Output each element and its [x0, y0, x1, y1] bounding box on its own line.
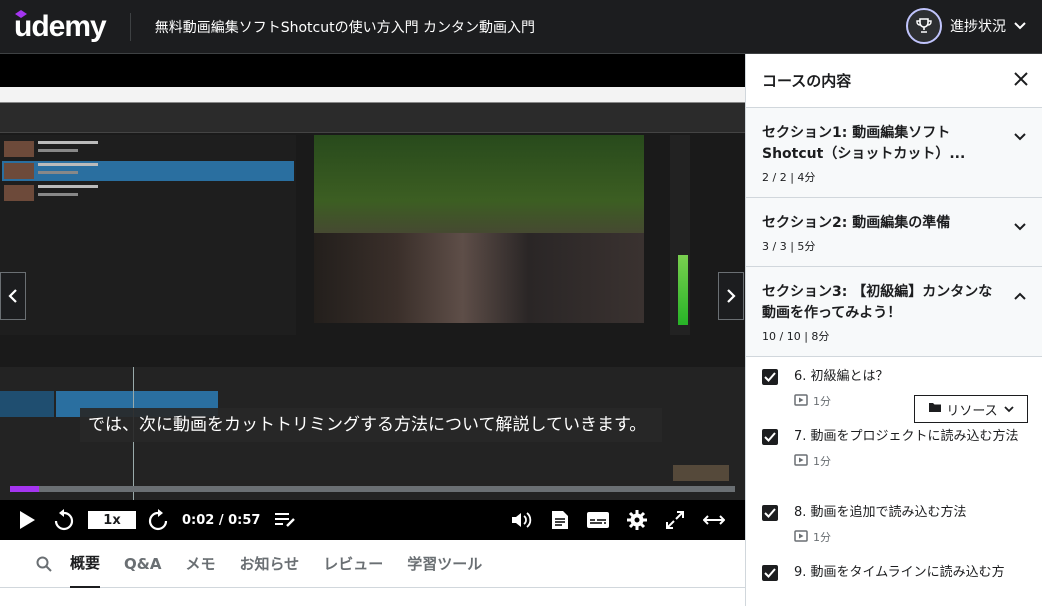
video-icon: [794, 529, 808, 545]
close-icon[interactable]: [1014, 71, 1028, 90]
lesson-title: 9. 動画をタイムラインに読み込む方: [794, 565, 1005, 580]
resources-label: リソース: [946, 403, 998, 419]
section-title: セクション1: 動画編集ソフトShotcut（ショットカット）...: [762, 125, 966, 162]
video-player[interactable]: では、次に動画をカットトリミングする方法について解説していきます。 1x 0:0…: [0, 54, 745, 540]
app-playlist-image: [0, 135, 296, 335]
playlist-row-image: [2, 161, 294, 181]
video-icon: [794, 393, 808, 409]
audio-meter-image: [670, 135, 690, 335]
lesson-item[interactable]: 7. 動画をプロジェクトに読み込む方法 1分: [746, 417, 1042, 493]
logo-text: udemy: [14, 9, 107, 43]
forward-icon[interactable]: [148, 509, 168, 531]
progress-menu[interactable]: 進捗状況: [906, 8, 1026, 44]
logo-hat-icon: [15, 9, 27, 18]
lesson-item[interactable]: 9. 動画をタイムラインに読み込む方: [746, 553, 1042, 606]
app-menubar-image: [0, 87, 745, 103]
chevron-left-icon: [8, 289, 17, 303]
fullscreen-icon[interactable]: [665, 510, 685, 530]
lesson-duration: 1分: [813, 395, 831, 408]
tab-reviews[interactable]: レビュー: [323, 540, 383, 588]
play-icon[interactable]: [18, 510, 36, 530]
app-viewer-image: [314, 135, 644, 323]
rewind-icon[interactable]: [54, 509, 74, 531]
lesson-item[interactable]: 6. 初級編とは？ 1分 リソース: [746, 357, 1042, 423]
lesson-meta: 1分: [794, 453, 1026, 469]
sidebar-title: コースの内容: [762, 72, 852, 90]
folder-icon: [928, 401, 942, 417]
chevron-down-icon: [1014, 126, 1026, 145]
lesson-title: 7. 動画をプロジェクトに読み込む方法: [794, 429, 1019, 444]
lesson-title: 6. 初級編とは？: [794, 369, 889, 384]
section-title: セクション2: 動画編集の準備: [762, 215, 951, 231]
course-title[interactable]: 無料動画編集ソフトShotcutの使い方入門 カンタン動画入門: [155, 17, 535, 37]
next-lesson-button[interactable]: [718, 272, 744, 320]
lesson-checkbox[interactable]: [762, 505, 778, 521]
udemy-logo[interactable]: udemy: [14, 9, 107, 44]
section-meta: 2 / 2 | 4分: [762, 171, 816, 184]
playlist-row-image: [2, 183, 294, 203]
search-icon[interactable]: [36, 540, 52, 588]
section-meta: 10 / 10 | 8分: [762, 330, 830, 343]
section-1[interactable]: セクション1: 動画編集ソフトShotcut（ショットカット）... 2 / 2…: [746, 108, 1042, 198]
sidebar-header: コースの内容: [746, 54, 1042, 108]
app-toolbar-image: [0, 103, 745, 133]
lesson-meta: 1分: [794, 529, 1026, 545]
notes-icon[interactable]: [274, 512, 296, 528]
lesson-title: 8. 動画を追加で読み込む方法: [794, 505, 967, 520]
lesson-checkbox[interactable]: [762, 429, 778, 445]
progress-scrubber-fill: [10, 486, 39, 492]
lesson-checkbox[interactable]: [762, 369, 778, 385]
playlist-row-image: [2, 139, 294, 159]
trophy-icon: [906, 8, 942, 44]
time-display: 0:02 / 0:57: [182, 512, 261, 528]
tab-overview[interactable]: 概要: [70, 540, 101, 588]
tab-notes[interactable]: メモ: [185, 540, 215, 588]
expand-icon[interactable]: [703, 514, 725, 526]
section-meta: 3 / 3 | 5分: [762, 240, 816, 253]
chevron-down-icon: [1014, 19, 1026, 33]
chevron-right-icon: [727, 289, 736, 303]
content-tabs: 概要 Q&A メモ お知らせ レビュー 学習ツール: [0, 540, 745, 588]
subtitle-caption: では、次に動画をカットトリミングする方法について解説していきます。: [80, 408, 662, 442]
tab-learning-tools[interactable]: 学習ツール: [407, 540, 482, 588]
lesson-duration: 1分: [813, 531, 831, 544]
section-2[interactable]: セクション2: 動画編集の準備 3 / 3 | 5分: [746, 198, 1042, 267]
progress-scrubber[interactable]: [10, 486, 735, 492]
settings-gear-icon[interactable]: [627, 510, 647, 530]
video-icon: [794, 453, 808, 469]
chevron-up-icon: [1014, 285, 1026, 304]
transcript-icon[interactable]: [551, 510, 569, 530]
tab-announcements[interactable]: お知らせ: [239, 540, 299, 588]
top-bar: udemy 無料動画編集ソフトShotcutの使い方入門 カンタン動画入門 進捗…: [0, 0, 1042, 54]
playback-speed-button[interactable]: 1x: [88, 511, 136, 529]
video-frame[interactable]: [0, 87, 745, 509]
captions-icon[interactable]: [587, 512, 609, 528]
lesson-checkbox[interactable]: [762, 565, 778, 581]
course-content-sidebar: コースの内容 セクション1: 動画編集ソフトShotcut（ショットカット）..…: [745, 54, 1042, 606]
lesson-duration: 1分: [813, 455, 831, 468]
tab-qa[interactable]: Q&A: [124, 540, 161, 588]
header-divider: [129, 12, 131, 41]
previous-lesson-button[interactable]: [0, 272, 26, 320]
progress-label: 進捗状況: [950, 19, 1006, 35]
chevron-down-icon: [1004, 402, 1014, 417]
player-controls: 1x 0:02 / 0:57: [0, 500, 745, 540]
lesson-item[interactable]: 8. 動画を追加で読み込む方法 1分: [746, 493, 1042, 553]
section-3[interactable]: セクション3: 【初級編】カンタンな動画を作ってみよう！ 10 / 10 | 8…: [746, 267, 1042, 357]
chevron-down-icon: [1014, 216, 1026, 235]
section-title: セクション3: 【初級編】カンタンな動画を作ってみよう！: [762, 284, 993, 321]
volume-icon[interactable]: [511, 511, 533, 529]
watermark-logo: [673, 465, 729, 481]
